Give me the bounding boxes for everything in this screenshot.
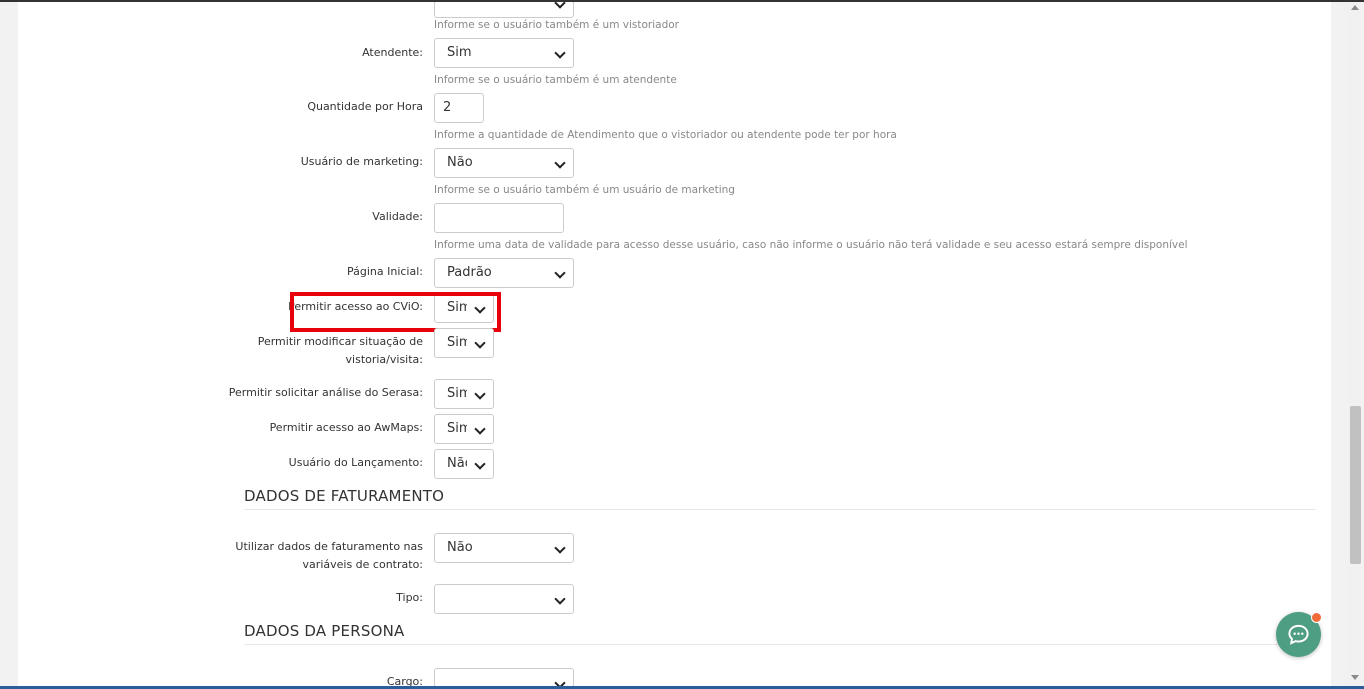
scroll-thumb[interactable] (1350, 406, 1361, 564)
chevron-down-icon (554, 542, 566, 554)
atendente-select[interactable]: Sim (434, 38, 574, 68)
chat-bubble-icon (1288, 624, 1309, 645)
usuario-lancamento-select[interactable]: Não (434, 449, 494, 479)
atendente-label: Atendente: (362, 46, 423, 59)
persona-divider (244, 644, 1316, 645)
utilizar-faturamento-label: Utilizar dados de faturamento nas variáv… (235, 540, 423, 571)
validade-input[interactable] (434, 203, 564, 233)
permitir-serasa-label: Permitir solicitar análise do Serasa: (228, 386, 423, 399)
validade-label: Validade: (372, 210, 423, 223)
scroll-up-arrow-icon[interactable] (1351, 5, 1359, 10)
faturamento-divider (244, 509, 1316, 510)
page-scrollbar[interactable] (1347, 2, 1364, 686)
validade-help: Informe uma data de validade para acesso… (434, 239, 1188, 251)
chevron-down-icon (474, 423, 486, 435)
vistoriador-select[interactable] (434, 2, 574, 18)
notification-dot (1311, 612, 1322, 623)
highlight-box (290, 292, 501, 332)
persona-title: DADOS DA PERSONA (244, 622, 405, 640)
chevron-down-icon (554, 47, 566, 59)
usuario-lancamento-label: Usuário do Lançamento: (288, 456, 423, 469)
tipo-select[interactable] (434, 584, 574, 614)
cargo-label: Cargo: (386, 675, 423, 687)
permitir-serasa-select[interactable]: Sim (434, 379, 494, 409)
permitir-awmaps-label: Permitir acesso ao AwMaps: (269, 421, 423, 434)
chevron-down-icon (554, 267, 566, 279)
faturamento-title: DADOS DE FATURAMENTO (244, 487, 445, 505)
permitir-modificar-label: Permitir modificar situação de vistoria/… (257, 335, 423, 366)
chevron-down-icon (554, 2, 566, 9)
quantidade-input[interactable]: 2 (434, 93, 484, 123)
pagina-inicial-label: Página Inicial: (346, 265, 423, 278)
form-page: Informe se o usuário também é um vistori… (18, 2, 1331, 687)
marketing-label: Usuário de marketing: (300, 155, 423, 168)
chevron-down-icon (554, 593, 566, 605)
pagina-inicial-select[interactable]: Padrão (434, 258, 574, 288)
permitir-awmaps-select[interactable]: Sim (434, 414, 494, 444)
cargo-select[interactable] (434, 668, 574, 687)
marketing-select[interactable]: Não (434, 148, 574, 178)
chevron-down-icon (554, 157, 566, 169)
chevron-down-icon (474, 458, 486, 470)
chevron-down-icon (474, 337, 486, 349)
atendente-help: Informe se o usuário também é um atenden… (434, 74, 677, 86)
permitir-modificar-select[interactable]: Sim (434, 328, 494, 358)
scroll-down-arrow-icon[interactable] (1351, 675, 1359, 680)
quantidade-help: Informe a quantidade de Atendimento que … (434, 129, 897, 141)
tipo-label: Tipo: (396, 591, 423, 604)
vistoriador-help: Informe se o usuário também é um vistori… (434, 19, 679, 31)
marketing-help: Informe se o usuário também é um usuário… (434, 184, 735, 196)
chevron-down-icon (474, 388, 486, 400)
quantidade-label: Quantidade por Hora (307, 100, 423, 113)
utilizar-faturamento-select[interactable]: Não (434, 533, 574, 563)
